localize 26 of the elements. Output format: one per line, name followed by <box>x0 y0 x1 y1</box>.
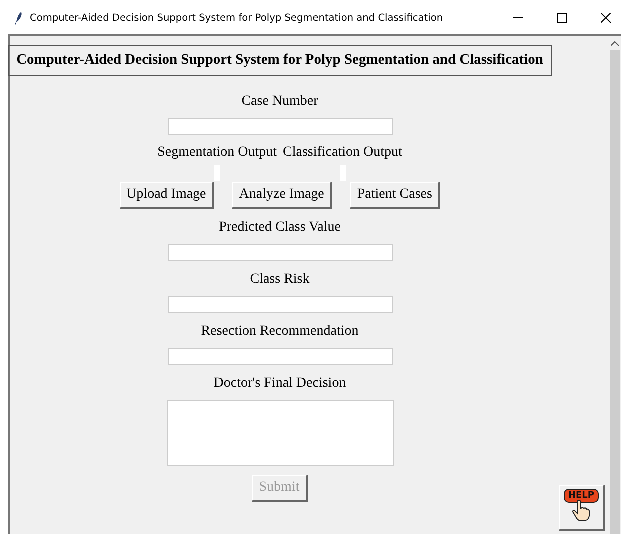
scrollbar-thumb[interactable] <box>610 50 620 534</box>
text-area[interactable] <box>166 400 394 466</box>
help-badge: HELP <box>564 489 598 503</box>
case-number-label: Case Number <box>242 94 318 110</box>
close-icon[interactable] <box>601 13 611 23</box>
action-button[interactable]: Upload Image <box>120 182 214 209</box>
action-button[interactable]: Analyze Image <box>232 182 332 209</box>
input-field[interactable] <box>168 348 392 365</box>
scroll-up-icon[interactable] <box>610 41 618 46</box>
hand-pointer-icon <box>572 500 592 522</box>
app-header: Computer-Aided Decision Support System for Polyp Segmentation and Classification <box>8 45 552 76</box>
field-label: Resection Recommendation <box>201 324 359 340</box>
field-label: Class Risk <box>250 272 310 288</box>
action-button[interactable]: Patient Cases <box>350 182 440 209</box>
maximize-icon[interactable] <box>557 13 567 23</box>
field-label: Doctor's Final Decision <box>214 376 346 392</box>
case-number-field[interactable] <box>168 118 392 135</box>
output-image-area <box>214 165 220 181</box>
window-title: Computer-Aided Decision Support System for Polyp Segmentation and Classification <box>30 12 444 24</box>
help-button[interactable]: HELP <box>559 485 605 531</box>
output-label: Segmentation Output <box>158 145 277 161</box>
field-label: Predicted Class Value <box>219 220 341 236</box>
feather-icon <box>15 12 23 24</box>
input-field[interactable] <box>168 296 392 313</box>
output-label: Classification Output <box>283 145 402 161</box>
input-field[interactable] <box>168 244 392 261</box>
